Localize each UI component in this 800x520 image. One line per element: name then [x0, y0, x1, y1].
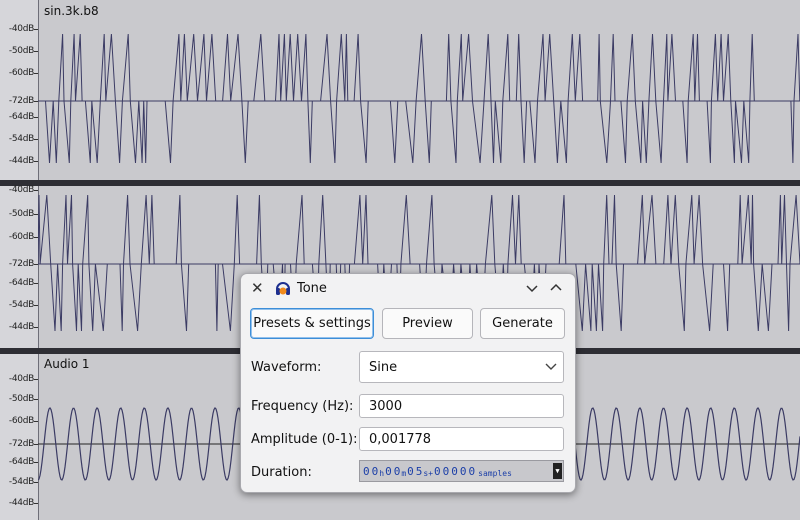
- ruler-tick-mark: [34, 283, 38, 284]
- ruler-tick-label: -44dB: [8, 498, 34, 508]
- ruler-tick-mark: [34, 237, 38, 238]
- ruler-tick-label: -54dB: [8, 300, 34, 310]
- ruler-tick-label: -40dB: [8, 185, 34, 195]
- ruler-tick-mark: [34, 305, 38, 306]
- ruler-tick-mark: [34, 29, 38, 30]
- channel-separator: [0, 180, 800, 186]
- waveform-label: Waveform:: [251, 360, 322, 375]
- amplitude-input[interactable]: 0,001778: [359, 427, 564, 451]
- ruler-tick-mark: [34, 482, 38, 483]
- duration-minutes-unit: m: [401, 468, 407, 478]
- headphones-icon: [276, 282, 290, 295]
- frequency-label: Frequency (Hz):: [251, 399, 354, 414]
- dialog-titlebar[interactable]: ✕ Tone: [241, 274, 575, 302]
- ruler-tick-mark: [34, 190, 38, 191]
- amplitude-label: Amplitude (0-1):: [251, 432, 358, 447]
- ruler-tick-mark: [34, 161, 38, 162]
- ruler-tick-label: -72dB: [8, 439, 34, 449]
- generate-button[interactable]: Generate: [480, 308, 565, 339]
- duration-minutes-digit[interactable]: 0: [385, 465, 392, 478]
- duration-hours-unit: h: [379, 468, 385, 478]
- ruler-tick-mark: [34, 462, 38, 463]
- ruler-tick-mark: [34, 101, 38, 102]
- ruler-tick-mark: [34, 379, 38, 380]
- duration-time-control[interactable]: 0 0 h 0 0 m 0 5 s+ 00000 samples ▼: [359, 460, 564, 482]
- ruler-tick-label: -60dB: [8, 232, 34, 242]
- ruler-tick-label: -54dB: [8, 477, 34, 487]
- ruler-tick-label: -44dB: [8, 156, 34, 166]
- ruler-tick-mark: [34, 139, 38, 140]
- dropdown-caret-icon: [545, 363, 557, 370]
- ruler-tick-mark: [34, 117, 38, 118]
- ruler-tick-label: -44dB: [8, 322, 34, 332]
- ruler-tick-label: -72dB: [8, 259, 34, 269]
- duration-format-menu-icon[interactable]: ▼: [553, 463, 562, 479]
- waveform-channel-left: [38, 33, 800, 164]
- ruler-tick-mark: [34, 73, 38, 74]
- ruler-tick-label: -54dB: [8, 134, 34, 144]
- ruler-tick-mark: [34, 503, 38, 504]
- ruler-tick-label: -50dB: [8, 46, 34, 56]
- ruler-tick-mark: [34, 421, 38, 422]
- duration-seconds-digit[interactable]: 5: [416, 465, 423, 478]
- duration-hours-digit[interactable]: 0: [363, 465, 370, 478]
- preview-button[interactable]: Preview: [382, 308, 473, 339]
- ruler-tick-label: -64dB: [8, 278, 34, 288]
- duration-samples-digits[interactable]: 00000: [434, 465, 477, 478]
- ruler-tick-mark: [34, 444, 38, 445]
- ruler-tick-mark: [34, 214, 38, 215]
- ruler-tick-label: -50dB: [8, 394, 34, 404]
- dialog-title: Tone: [297, 281, 327, 296]
- ruler-tick-mark: [34, 51, 38, 52]
- duration-seconds-unit: s+: [423, 468, 434, 478]
- duration-minutes-digit[interactable]: 0: [394, 465, 401, 478]
- presets-settings-button[interactable]: Presets & settings: [250, 308, 374, 339]
- waveform-value: Sine: [369, 359, 398, 375]
- ruler-tick-label: -72dB: [8, 96, 34, 106]
- close-icon[interactable]: ✕: [251, 279, 264, 297]
- ruler-tick-label: -60dB: [8, 68, 34, 78]
- duration-seconds-digit[interactable]: 0: [407, 465, 414, 478]
- ruler-tick-label: -64dB: [8, 457, 34, 467]
- frequency-input[interactable]: 3000: [359, 394, 564, 418]
- ruler-tick-label: -64dB: [8, 112, 34, 122]
- ruler-tick-label: -60dB: [8, 416, 34, 426]
- duration-label: Duration:: [251, 465, 312, 480]
- chevron-up-icon[interactable]: [549, 281, 563, 295]
- ruler-tick-mark: [34, 264, 38, 265]
- waveform-select[interactable]: Sine: [359, 351, 564, 383]
- ruler-tick-mark: [34, 327, 38, 328]
- ruler-tick-label: -40dB: [8, 374, 34, 384]
- ruler-tick-mark: [34, 399, 38, 400]
- ruler-tick-label: -50dB: [8, 209, 34, 219]
- ruler-tick-label: -40dB: [8, 24, 34, 34]
- tone-dialog[interactable]: ✕ Tone Presets & settings Preview Genera…: [240, 273, 576, 493]
- duration-samples-unit: samples: [478, 468, 512, 478]
- chevron-down-icon[interactable]: [525, 281, 539, 295]
- duration-hours-digit[interactable]: 0: [372, 465, 379, 478]
